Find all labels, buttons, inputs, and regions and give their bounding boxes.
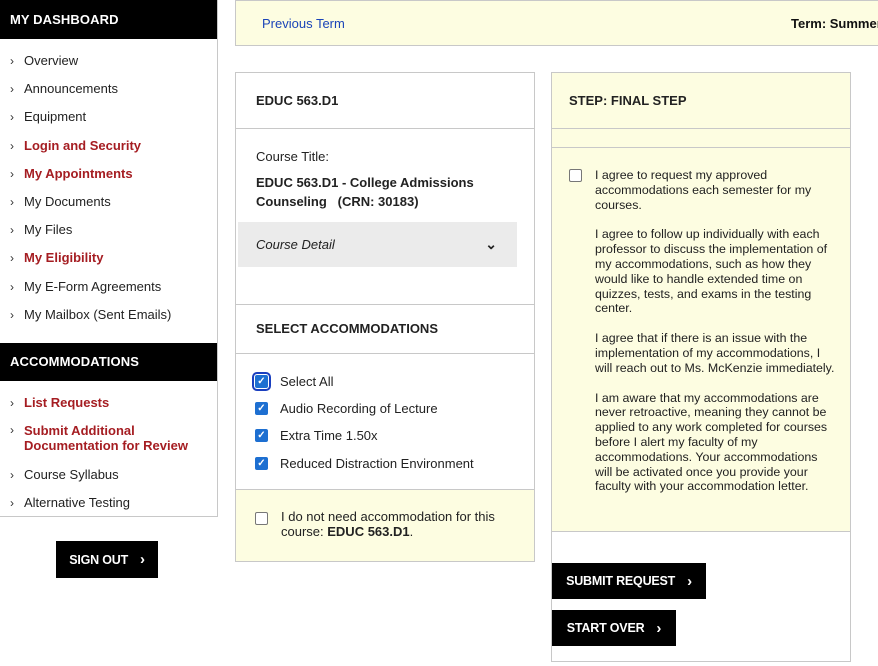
chevron-right-icon: ›: [10, 423, 14, 438]
sidebar-item-submit-documentation[interactable]: › Submit Additional Documentation for Rev…: [0, 417, 217, 461]
accommodation-audio-recording-row[interactable]: ✓ Audio Recording of Lecture: [255, 401, 438, 416]
reduced-distraction-checkbox[interactable]: ✓: [255, 457, 268, 470]
final-step-heading: STEP: FINAL STEP: [552, 73, 850, 129]
final-step-spacer: [552, 129, 850, 148]
start-over-button[interactable]: START OVER ›: [552, 610, 676, 646]
chevron-right-icon: ›: [10, 307, 14, 322]
sidebar-item-announcements[interactable]: › Announcements: [0, 75, 217, 103]
sidebar-item-equipment[interactable]: › Equipment: [0, 103, 217, 131]
chevron-right-icon: ›: [10, 138, 14, 153]
accommodations-heading: ACCOMMODATIONS: [0, 342, 217, 381]
submit-request-button[interactable]: SUBMIT REQUEST ›: [552, 563, 706, 599]
accommodation-extra-time-row[interactable]: ✓ Extra Time 1.50x: [255, 428, 378, 443]
dashboard-nav: › Overview › Announcements › Equipment › Log…: [0, 39, 217, 335]
chevron-right-icon: ›: [656, 619, 662, 637]
agreement-paragraph: I agree that if there is an issue with t…: [595, 331, 835, 375]
chevron-right-icon: ›: [10, 279, 14, 294]
course-detail-toggle[interactable]: Course Detail ⌄: [238, 222, 517, 267]
accommodations-nav: › List Requests › Submit Additional Docume…: [0, 381, 217, 518]
chevron-right-icon: ›: [10, 82, 14, 97]
sidebar-item-appointments[interactable]: › My Appointments: [0, 160, 217, 188]
chevron-right-icon: ›: [10, 194, 14, 209]
agreement-checkbox[interactable]: [569, 169, 582, 182]
no-accommodation-checkbox[interactable]: [255, 512, 268, 525]
sidebar-item-list-requests[interactable]: › List Requests: [0, 389, 217, 417]
dashboard-heading: MY DASHBOARD: [0, 0, 217, 39]
sidebar-item-login-security[interactable]: › Login and Security: [0, 132, 217, 160]
sidebar-item-course-syllabus[interactable]: › Course Syllabus: [0, 461, 217, 489]
sidebar-item-alternative-testing[interactable]: › Alternative Testing: [0, 489, 217, 517]
audio-recording-checkbox[interactable]: ✓: [255, 402, 268, 415]
agreement-section: I agree to request my approved accommoda…: [552, 148, 850, 532]
accommodation-reduced-distraction-row[interactable]: ✓ Reduced Distraction Environment: [255, 456, 474, 471]
term-bar: Previous Term Term: Summer 2: [235, 0, 878, 46]
chevron-right-icon: ›: [10, 54, 14, 68]
agreement-paragraph: I am aware that my accommodations are ne…: [595, 390, 828, 494]
chevron-right-icon: ›: [10, 110, 14, 125]
chevron-right-icon: ›: [10, 166, 14, 181]
course-code-heading: EDUC 563.D1: [236, 73, 534, 129]
sidebar-item-mailbox[interactable]: › My Mailbox (Sent Emails): [0, 301, 217, 329]
sidebar: MY DASHBOARD › Overview › Announcements › E…: [0, 0, 218, 517]
sidebar-item-eform-agreements[interactable]: › My E-Form Agreements: [0, 273, 217, 301]
sign-out-button[interactable]: SIGN OUT ›: [56, 541, 158, 578]
course-panel: EDUC 563.D1 Course Title: EDUC 563.D1 - …: [235, 72, 535, 562]
agreement-paragraph: I agree to request my approved accommoda…: [595, 168, 812, 212]
chevron-right-icon: ›: [10, 496, 14, 511]
course-title-label: Course Title:: [256, 149, 329, 164]
extra-time-checkbox[interactable]: ✓: [255, 429, 268, 442]
chevron-right-icon: ›: [10, 251, 14, 266]
previous-term-link[interactable]: Previous Term: [262, 16, 345, 31]
no-accommodation-section: I do not need accommodation for this cou…: [236, 489, 534, 561]
chevron-down-icon: ⌄: [485, 236, 497, 252]
agreement-paragraph: I agree to follow up individually with e…: [595, 227, 828, 316]
chevron-right-icon: ›: [687, 572, 692, 590]
term-label: Term: Summer 2: [791, 16, 878, 31]
sidebar-item-overview[interactable]: › Overview: [0, 47, 217, 75]
agreement-text: I agree to request my approved accommoda…: [595, 168, 835, 509]
chevron-right-icon: ›: [10, 223, 14, 238]
chevron-right-icon: ›: [10, 468, 14, 483]
no-accommodation-text: I do not need accommodation for this cou…: [281, 509, 495, 539]
sidebar-item-files[interactable]: › My Files: [0, 216, 217, 244]
chevron-right-icon: ›: [10, 395, 14, 410]
select-all-checkbox-row[interactable]: ✓ Select All: [252, 372, 333, 391]
sidebar-item-eligibility[interactable]: › My Eligibility: [0, 244, 217, 272]
course-title: EDUC 563.D1 - College Admissions Counsel…: [256, 175, 474, 209]
select-all-checkbox[interactable]: ✓: [252, 372, 271, 391]
select-accommodations-heading: SELECT ACCOMMODATIONS: [236, 304, 534, 354]
sidebar-item-documents[interactable]: › My Documents: [0, 188, 217, 216]
chevron-right-icon: ›: [140, 551, 145, 568]
